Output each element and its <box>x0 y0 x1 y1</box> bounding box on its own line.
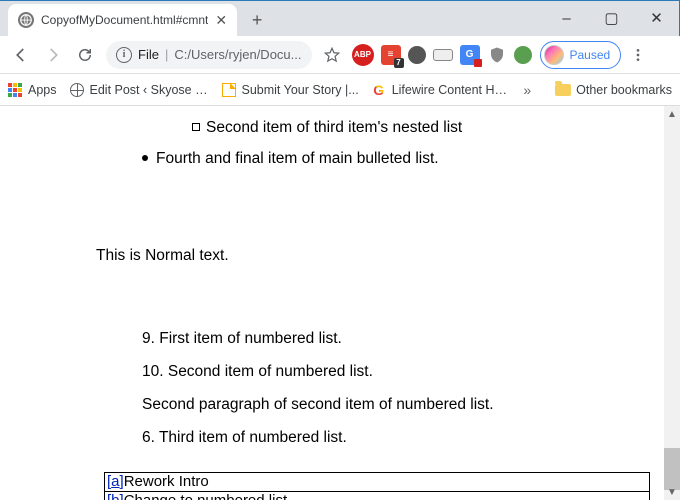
todoist-icon[interactable]: ≡ <box>381 45 401 65</box>
url-scheme: File <box>138 47 159 62</box>
globe-icon <box>69 82 85 98</box>
save-page-icon[interactable] <box>433 49 453 61</box>
document-body: Second item of third item's nested list … <box>0 106 664 500</box>
comment-cell: [b]Change to numbered list <box>105 492 650 500</box>
kebab-menu-icon[interactable] <box>623 40 653 70</box>
comment-row: [a]Rework Intro <box>105 473 650 492</box>
other-bookmarks[interactable]: Other bookmarks <box>555 83 672 97</box>
numbered-list: 9. First item of numbered list. 10. Seco… <box>142 329 640 449</box>
list-item-text: Fourth and final item of main bulleted l… <box>156 150 439 167</box>
apps-grid-icon <box>8 83 22 97</box>
scrollbar-track[interactable]: ▲ ▼ <box>664 106 680 500</box>
bookmark-label: Submit Your Story |... <box>242 83 359 97</box>
site-info-icon[interactable]: i <box>116 47 132 63</box>
bookmark-submit-story[interactable]: Submit Your Story |... <box>221 82 359 98</box>
minimize-button[interactable]: – <box>544 4 589 32</box>
window-controls: – ▢ ✕ <box>544 4 679 32</box>
browser-toolbar: i File | C:/Users/ryjen/Docu... ABP ≡ G … <box>0 36 680 74</box>
shield-icon[interactable] <box>487 45 507 65</box>
bulleted-list-item: Fourth and final item of main bulleted l… <box>142 149 640 170</box>
comment-text: Change to numbered list <box>124 492 287 500</box>
numbered-item: 10. Second item of numbered list. <box>142 362 640 383</box>
nested-list-item: Second item of third item's nested list <box>192 118 640 139</box>
forward-button[interactable] <box>38 40 68 70</box>
extension-green-icon[interactable] <box>514 46 532 64</box>
browser-tab[interactable]: CopyofMyDocument.html#cmnt ✕ <box>8 4 237 36</box>
comment-table: [a]Rework Intro [b]Change to numbered li… <box>104 472 650 500</box>
scroll-down-icon[interactable]: ▼ <box>664 484 680 500</box>
other-bookmarks-label: Other bookmarks <box>576 83 672 97</box>
close-tab-icon[interactable]: ✕ <box>215 12 227 29</box>
extension-icons: ABP ≡ G <box>352 44 532 66</box>
comment-anchor[interactable]: b <box>111 492 119 500</box>
bookmark-lifewire[interactable]: G Lifewire Content Hu... <box>371 82 511 98</box>
nested-item-text: Second item of third item's nested list <box>206 119 462 136</box>
reload-button[interactable] <box>70 40 100 70</box>
paused-label: Paused <box>570 48 611 62</box>
hollow-bullet-icon <box>192 123 200 131</box>
close-window-button[interactable]: ✕ <box>634 4 679 32</box>
bookmark-overflow-icon[interactable]: » <box>523 82 531 98</box>
url-path: C:/Users/ryjen/Docu... <box>174 47 301 62</box>
tab-title: CopyofMyDocument.html#cmnt <box>41 13 208 27</box>
bullet-icon <box>142 155 148 161</box>
back-button[interactable] <box>6 40 36 70</box>
scroll-up-icon[interactable]: ▲ <box>664 106 680 122</box>
numbered-item: 6. Third item of numbered list. <box>142 428 640 449</box>
url-separator: | <box>165 47 168 62</box>
translate-icon[interactable]: G <box>460 45 480 65</box>
window-titlebar: CopyofMyDocument.html#cmnt ✕ + – ▢ ✕ <box>0 0 680 36</box>
bookmark-star-icon[interactable] <box>318 41 346 69</box>
avatar-icon <box>544 45 564 65</box>
tab-strip: CopyofMyDocument.html#cmnt ✕ + <box>0 0 271 36</box>
comment-cell: [a]Rework Intro <box>105 473 650 492</box>
extension-icon[interactable] <box>408 46 426 64</box>
google-icon: G <box>371 82 387 98</box>
comment-row: [b]Change to numbered list <box>105 492 650 500</box>
address-bar[interactable]: i File | C:/Users/ryjen/Docu... <box>106 41 312 69</box>
maximize-button[interactable]: ▢ <box>589 4 634 32</box>
paragraph-normal: This is Normal text. <box>96 246 640 267</box>
apps-label: Apps <box>28 83 57 97</box>
page-viewport: ▲ ▼ Second item of third item's nested l… <box>0 106 680 500</box>
numbered-item-paragraph: Second paragraph of second item of numbe… <box>142 395 640 416</box>
numbered-item: 9. First item of numbered list. <box>142 329 640 350</box>
bookmark-label: Edit Post ‹ Skyose -... <box>90 83 209 97</box>
profile-paused-chip[interactable]: Paused <box>540 41 622 69</box>
adblock-icon[interactable]: ABP <box>352 44 374 66</box>
globe-icon <box>18 12 34 28</box>
new-tab-button[interactable]: + <box>243 6 271 34</box>
bookmark-edit-post[interactable]: Edit Post ‹ Skyose -... <box>69 82 209 98</box>
folder-icon <box>555 84 571 96</box>
bookmarks-bar: Apps Edit Post ‹ Skyose -... Submit Your… <box>0 74 680 106</box>
comment-text: Rework Intro <box>124 473 209 490</box>
document-icon <box>221 82 237 98</box>
comment-anchor[interactable]: a <box>111 473 119 490</box>
bookmark-label: Lifewire Content Hu... <box>392 83 511 97</box>
apps-shortcut[interactable]: Apps <box>8 83 57 97</box>
